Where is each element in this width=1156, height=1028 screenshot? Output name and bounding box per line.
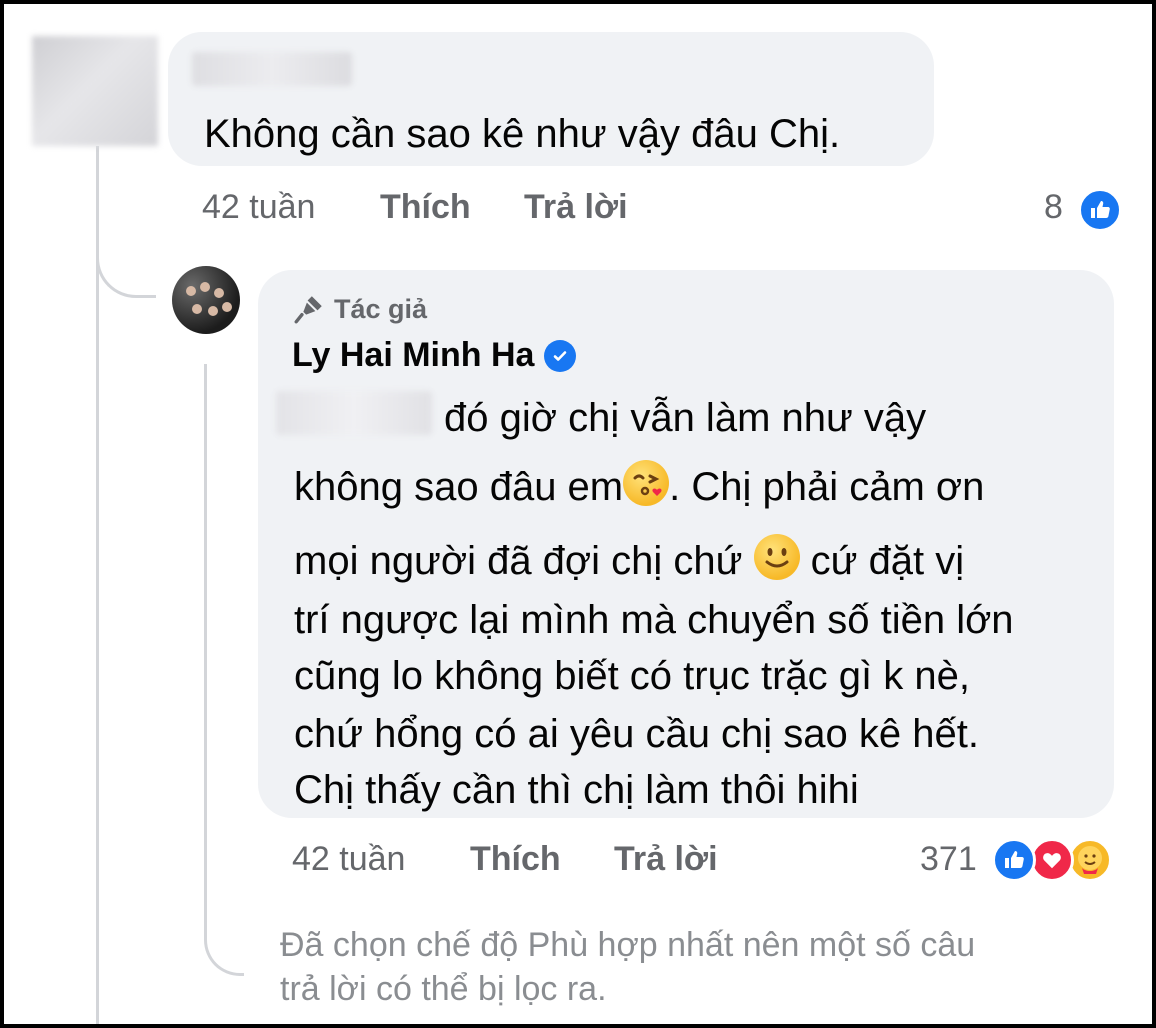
- reply-line-2: không sao đâu em . Chị phải cảm ơn: [294, 460, 984, 511]
- verified-badge-icon: [544, 339, 577, 372]
- microphone-icon: [294, 296, 322, 324]
- filter-notice-line-2: trả lời có thể bị lọc ra.: [280, 970, 607, 1008]
- reply-reply-button[interactable]: Trả lời: [614, 840, 718, 879]
- commenter-name-redacted[interactable]: [192, 52, 352, 86]
- author-badge-label: Tác giả: [334, 293, 428, 324]
- reaction-count[interactable]: 8: [1044, 188, 1063, 227]
- author-name-row: Ly Hai Minh Ha: [292, 336, 577, 375]
- like-button[interactable]: Thích: [380, 188, 471, 227]
- reply-button[interactable]: Trả lời: [524, 188, 628, 227]
- kiss-emoji-icon: [623, 460, 670, 506]
- commenter-avatar[interactable]: [32, 36, 158, 146]
- reply-line-3: mọi người đã đợi chị chứ cứ đặt vị: [294, 534, 964, 585]
- author-badge: Tác giả: [292, 292, 427, 326]
- reply-time[interactable]: 42 tuần: [292, 840, 405, 879]
- author-avatar[interactable]: [172, 266, 240, 334]
- reply-thread-line: [204, 364, 207, 924]
- comment-text: Không cần sao kê như vậy đâu Chị.: [204, 112, 841, 156]
- like-icon: [992, 838, 1036, 882]
- reply-line-5: cũng lo không biết có trục trặc gì k nè,: [294, 654, 970, 698]
- thread-line-curve: [96, 234, 156, 298]
- mention-redacted[interactable]: [276, 391, 432, 435]
- reply-line-4: trí ngược lại mình mà chuyển số tiền lớn: [294, 598, 1014, 642]
- like-icon: [1078, 188, 1122, 232]
- reply-line-6: chứ hổng có ai yêu cầu chị sao kê hết.: [294, 712, 979, 756]
- love-icon: [1030, 838, 1074, 882]
- smile-emoji-icon: [753, 534, 800, 580]
- reply-line-1: đó giờ chị vẫn làm như vậy: [444, 396, 927, 440]
- reply-thread-curve: [204, 904, 244, 976]
- comment-thread: Không cần sao kê như vậy đâu Chị. 42 tuầ…: [4, 4, 1152, 1024]
- reply-reaction-count[interactable]: 371: [920, 840, 977, 879]
- author-name[interactable]: Ly Hai Minh Ha: [292, 336, 534, 375]
- care-icon: [1068, 838, 1112, 882]
- filter-notice-line-1: Đã chọn chế độ Phù hợp nhất nên một số c…: [280, 926, 976, 964]
- reply-line-7: Chị thấy cần thì chị làm thôi hihi: [294, 768, 859, 812]
- reply-like-button[interactable]: Thích: [470, 840, 561, 879]
- thread-line-vertical: [96, 146, 99, 1024]
- comment-time[interactable]: 42 tuần: [202, 188, 315, 227]
